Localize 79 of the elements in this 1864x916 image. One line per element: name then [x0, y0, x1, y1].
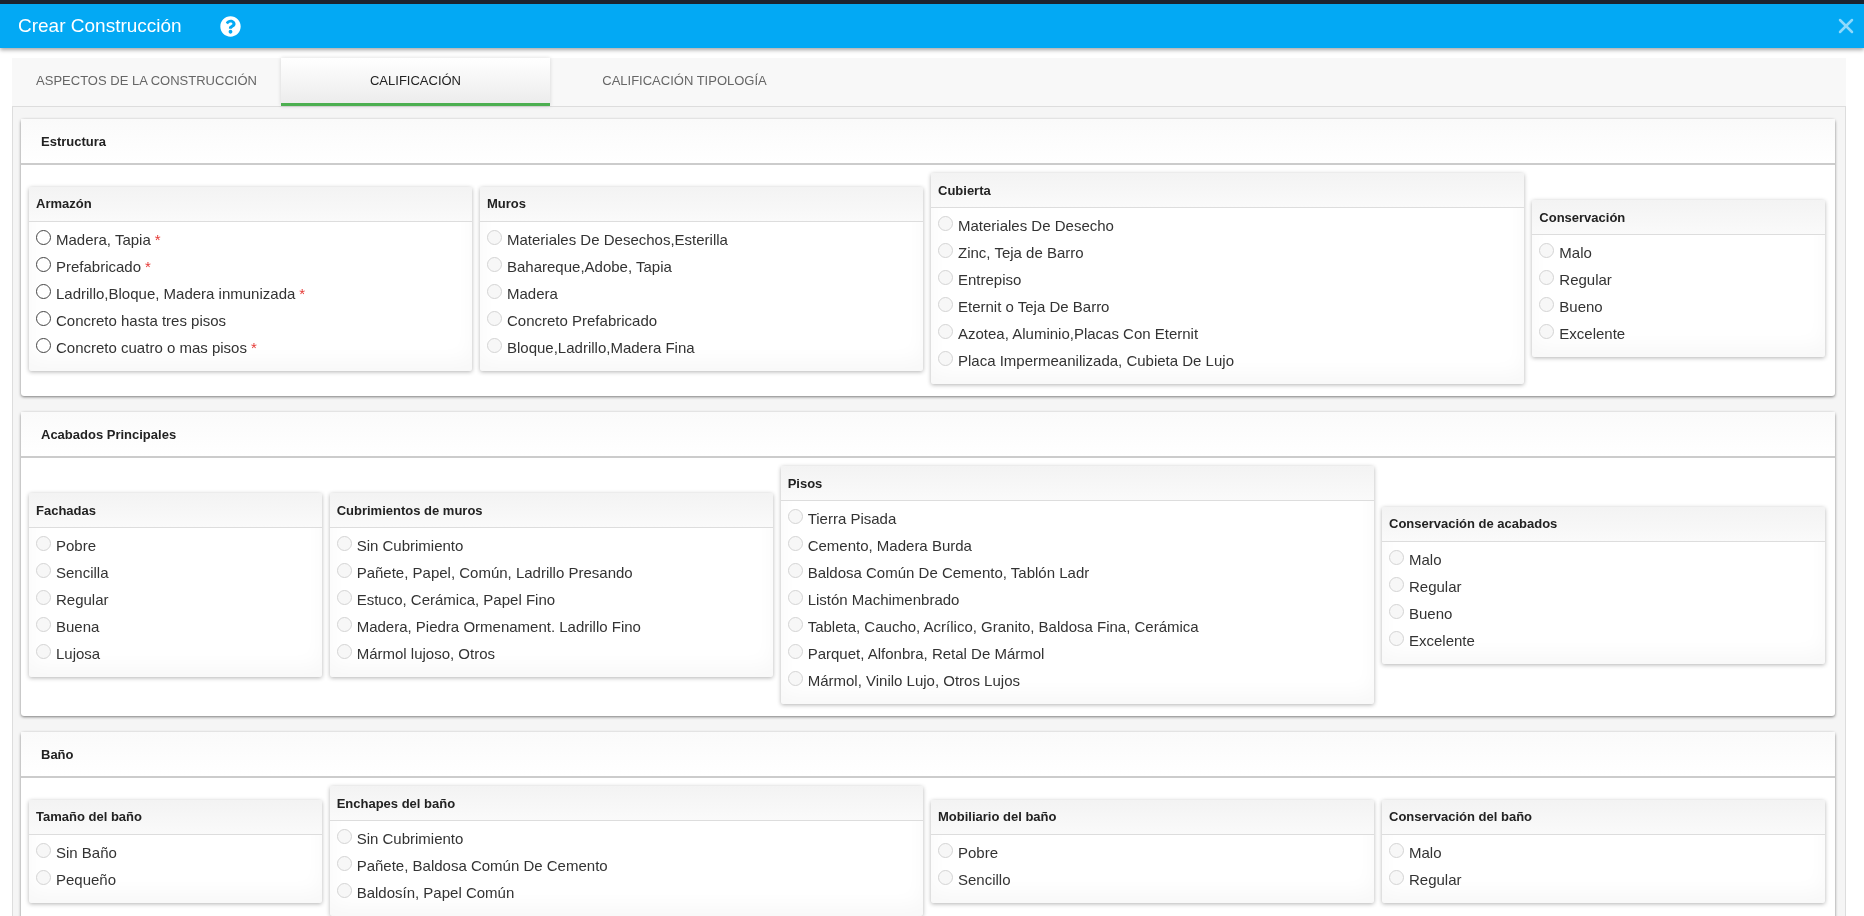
- option-label: Bahareque,Adobe, Tapia: [507, 257, 672, 275]
- required-mark: *: [145, 257, 151, 275]
- section-title: Baño: [41, 746, 74, 762]
- option-label: Madera, Piedra Ormenament. Ladrillo Fino: [356, 618, 641, 635]
- option-label: Concreto Prefabricado: [507, 311, 658, 329]
- radio-button[interactable]: [36, 256, 51, 272]
- option-label: Ladrillo,Bloque, Madera inmunizada *: [56, 284, 306, 302]
- option-label: Parquet, Alfonbra, Retal De Mármol: [807, 645, 1045, 662]
- option-label: Regular: [1409, 870, 1462, 888]
- help-icon[interactable]: [219, 15, 241, 37]
- option-label: Eternit o Teja De Barro: [958, 298, 1110, 315]
- card-title: Enchapes del baño: [336, 795, 456, 811]
- card-title: Mobiliario del baño: [938, 809, 1057, 824]
- option-label: Baldosa Común De Cemento, Tablón Ladr: [807, 564, 1090, 581]
- radio-button[interactable]: [36, 310, 51, 326]
- option-label: Excelente: [1559, 325, 1626, 342]
- option-label: Pobre: [958, 843, 999, 861]
- option-label: Buena: [56, 618, 100, 635]
- card-title: Cubierta: [938, 182, 991, 198]
- option-label: Regular: [1409, 577, 1462, 595]
- option-label: Regular: [1559, 271, 1612, 288]
- option-label: Regular: [56, 591, 109, 608]
- card-title: Conservación: [1539, 209, 1626, 225]
- radio-button[interactable]: [36, 229, 51, 245]
- required-mark: *: [154, 230, 161, 248]
- option-label: Sencilla: [56, 564, 109, 581]
- section-title: Acabados Principales: [41, 426, 177, 442]
- option-label: Mármol, Vinilo Lujo, Otros Lujos: [807, 672, 1020, 689]
- option-label: Bueno: [1409, 604, 1453, 622]
- option-label: Concreto cuatro o mas pisos *: [56, 338, 257, 356]
- tab[interactable]: CALIFICACIÓN: [281, 58, 550, 106]
- option-label: Baldosín, Papel Común: [356, 884, 515, 901]
- option-label: Listón Machimenbrado: [807, 591, 960, 608]
- tab[interactable]: ASPECTOS DE LA CONSTRUCCIÓN: [12, 58, 281, 106]
- option-label: Excelente: [1409, 631, 1475, 649]
- card-title: Armazón: [36, 196, 92, 211]
- option-label: Prefabricado *: [56, 257, 151, 275]
- required-mark: *: [299, 284, 306, 302]
- option-label: Concreto hasta tres pisos: [56, 311, 227, 329]
- radio-button[interactable]: [36, 337, 51, 353]
- option-label: Materiales De Desecho: [958, 217, 1114, 234]
- tab[interactable]: CALIFICACIÓN TIPOLOGÍA: [550, 58, 819, 106]
- option-label: Tableta, Caucho, Acrílico, Granito, Baldosa Fina, Cerámica: [807, 618, 1199, 635]
- card-title: Muros: [487, 196, 526, 211]
- required-mark: *: [250, 338, 257, 356]
- option-label: Malo: [1409, 843, 1442, 861]
- option-label: Materiales De Desechos,Esterilla: [507, 230, 728, 248]
- card-title: Cubrimientos de muros: [336, 502, 483, 518]
- option-label: Azotea, Aluminio,Placas Con Eternit: [958, 325, 1199, 342]
- option-label: Madera, Tapia *: [56, 230, 161, 248]
- option-label: Entrepiso: [958, 271, 1022, 288]
- card-title: Fachadas: [36, 502, 96, 518]
- card-title: Pisos: [787, 475, 823, 491]
- option-label: Tierra Pisada: [807, 510, 897, 527]
- card-title: Conservación de acabados: [1389, 516, 1558, 531]
- section-title: Estructura: [41, 133, 107, 149]
- option-label: Sin Baño: [56, 843, 117, 861]
- option-label: Lujosa: [56, 645, 101, 662]
- option-label: Zinc, Teja de Barro: [958, 244, 1084, 261]
- option-label: Mármol lujoso, Otros: [356, 645, 496, 662]
- option-label: Bueno: [1559, 298, 1603, 315]
- option-label: Pequeño: [56, 870, 117, 888]
- option-label: Cemento, Madera Burda: [807, 537, 972, 554]
- option-label: Placa Impermeanilizada, Cubieta De Lujo: [958, 352, 1234, 369]
- radio-button[interactable]: [36, 283, 51, 299]
- option-label: Sencillo: [958, 870, 1011, 888]
- option-label: Malo: [1559, 244, 1592, 261]
- option-label: Madera: [507, 284, 558, 302]
- option-label: Pobre: [56, 537, 97, 554]
- option-label: Sin Cubrimiento: [356, 537, 464, 554]
- option-label: Pañete, Papel, Común, Ladrillo Presando: [356, 564, 633, 581]
- option-label: Malo: [1409, 550, 1442, 568]
- option-label: Bloque,Ladrillo,Madera Fina: [507, 338, 695, 356]
- option-label: Sin Cubrimiento: [356, 830, 464, 847]
- window-title: Crear Construcción: [18, 15, 182, 37]
- card-title: Tamaño del baño: [36, 809, 142, 824]
- card-title: Conservación del baño: [1389, 809, 1533, 824]
- option-label: Estuco, Cerámica, Papel Fino: [356, 591, 556, 608]
- option-label: Pañete, Baldosa Común De Cemento: [356, 857, 608, 874]
